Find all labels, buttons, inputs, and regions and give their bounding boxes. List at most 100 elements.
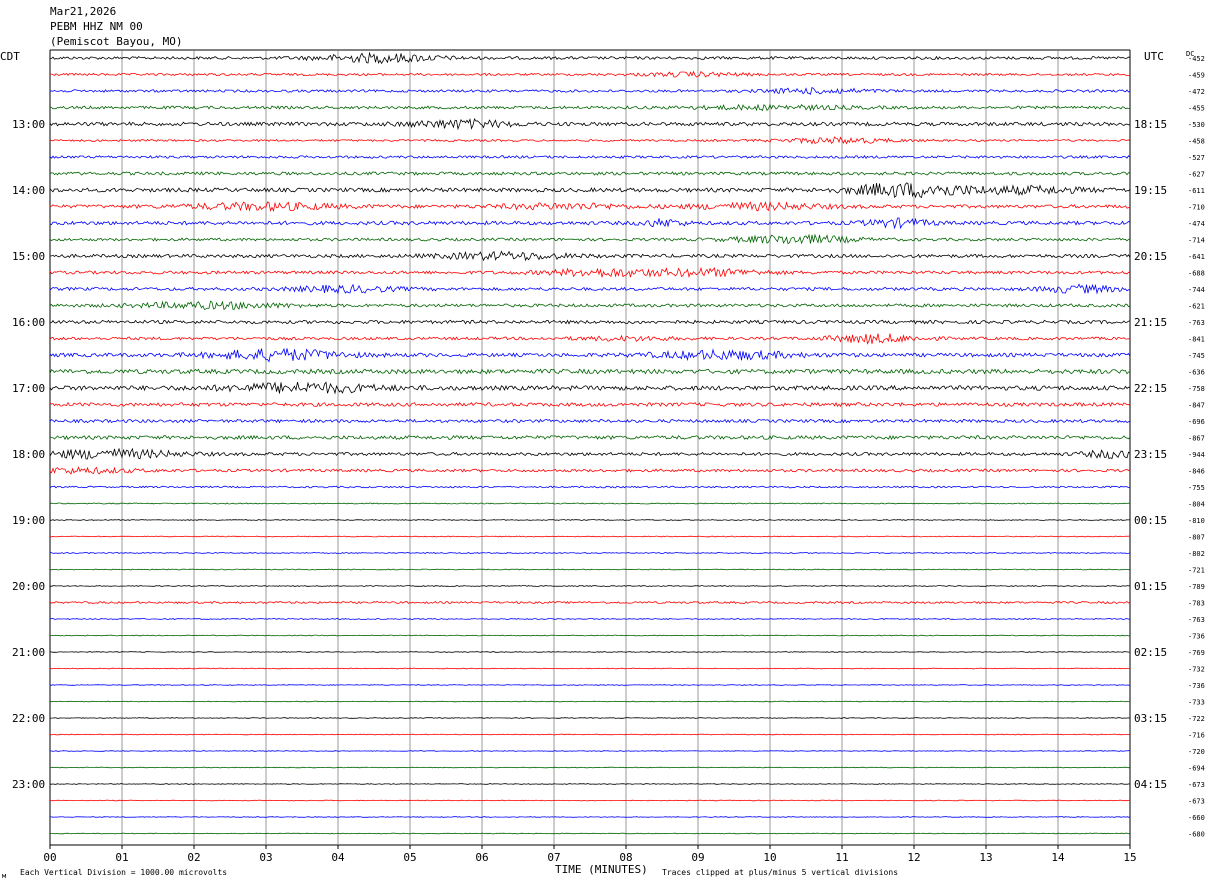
right-hour-label: 18:15 (1134, 118, 1167, 131)
dc-offset-label: -745 (1188, 352, 1205, 360)
x-tick-label: 14 (1051, 851, 1065, 864)
dc-offset-label: -673 (1188, 781, 1205, 789)
left-hour-label: 19:00 (12, 514, 45, 527)
dc-offset-label: -721 (1188, 567, 1205, 575)
dc-offset-label: -472 (1188, 88, 1205, 96)
dc-offset-label: -530 (1188, 121, 1205, 129)
x-tick-label: 00 (43, 851, 56, 864)
seismic-trace (49, 618, 1131, 620)
dc-offset-label: -710 (1188, 204, 1205, 212)
seismic-trace (49, 103, 1131, 112)
right-hour-label: 03:15 (1134, 712, 1167, 725)
seismic-trace (49, 233, 1131, 245)
x-tick-label: 02 (187, 851, 200, 864)
left-hour-label: 18:00 (12, 448, 45, 461)
left-hour-label: 16:00 (12, 316, 45, 329)
dc-offset-label: -763 (1188, 616, 1205, 624)
dc-offset-label: -680 (1188, 831, 1205, 839)
scale-note: Each Vertical Division = 1000.00 microvo… (20, 868, 227, 877)
seismic-trace (49, 434, 1131, 441)
dc-offset-label: -944 (1188, 451, 1205, 459)
dc-offset-label: -673 (1188, 798, 1205, 806)
left-hour-label: 15:00 (12, 250, 45, 263)
dc-offset-label: -804 (1188, 501, 1205, 509)
seismic-trace (49, 502, 1130, 505)
grid-lines (49, 49, 1131, 846)
right-hour-label: 00:15 (1134, 514, 1167, 527)
dc-header-label: DC (1186, 50, 1194, 58)
right-hour-label: 22:15 (1134, 382, 1167, 395)
trace-group (49, 51, 1131, 835)
dc-offset-label: -847 (1188, 402, 1205, 410)
seismic-trace (49, 585, 1131, 587)
seismic-trace (49, 750, 1130, 752)
dc-offset-label: -802 (1188, 550, 1205, 558)
x-tick-label: 03 (259, 851, 272, 864)
dc-offset-label: -783 (1188, 600, 1205, 608)
right-hour-label: 01:15 (1134, 580, 1167, 593)
dc-offset-label: -527 (1188, 154, 1205, 162)
seismic-trace (49, 200, 1131, 212)
dc-offset-label: -867 (1188, 435, 1205, 443)
seismic-trace (49, 333, 1131, 345)
seismic-trace (49, 136, 1131, 145)
dc-offset-label: -846 (1188, 468, 1205, 476)
axis-group: 00 01 02 03 04 05 06 07 08 09 10 11 12 13 14 15-452-459… (12, 55, 1205, 864)
dc-offset-label: -758 (1188, 385, 1205, 393)
seismic-trace (49, 171, 1131, 176)
dc-offset-label: -641 (1188, 253, 1205, 261)
seismic-trace (49, 519, 1131, 521)
dc-offset-label: -841 (1188, 336, 1205, 344)
dc-offset-label: -720 (1188, 748, 1205, 756)
dc-offset-label: -611 (1188, 187, 1205, 195)
dc-offset-label: -458 (1188, 138, 1205, 146)
dc-offset-label: -714 (1188, 237, 1205, 245)
seismic-trace (49, 634, 1131, 637)
left-tz-label: CDT (0, 50, 20, 63)
dc-offset-label: -636 (1188, 369, 1205, 377)
seismic-trace (49, 368, 1131, 375)
dc-offset-label: -810 (1188, 517, 1205, 525)
dc-offset-label: -688 (1188, 270, 1205, 278)
right-hour-label: 19:15 (1134, 184, 1167, 197)
seismic-trace (49, 684, 1131, 686)
x-tick-label: 15 (1123, 851, 1136, 864)
seismic-trace (50, 717, 1131, 719)
seismic-trace (50, 568, 1131, 571)
helicorder-figure: Mar21,2026 PEBM HHZ NM 00 (Pemiscot Bayo… (0, 0, 1210, 886)
seismic-trace (49, 217, 1131, 230)
dc-offset-label: -755 (1188, 484, 1205, 492)
left-hour-label: 14:00 (12, 184, 45, 197)
x-tick-label: 09 (691, 851, 704, 864)
seismic-trace (49, 783, 1131, 785)
seismic-trace (49, 651, 1130, 653)
seismic-trace (50, 766, 1131, 769)
seismic-trace (49, 155, 1131, 160)
seismic-trace (49, 485, 1131, 489)
seismic-trace (49, 300, 1131, 311)
corner-mark: м (2, 872, 7, 880)
clip-note: Traces clipped at plus/minus 5 vertical … (662, 868, 898, 877)
x-tick-label: 12 (907, 851, 920, 864)
seismic-trace (49, 319, 1131, 325)
left-hour-label: 21:00 (12, 646, 45, 659)
seismic-trace (50, 816, 1131, 818)
seismic-trace (49, 381, 1131, 395)
seismic-trace (49, 266, 1131, 279)
dc-offset-label: -696 (1188, 418, 1205, 426)
x-tick-label: 10 (763, 851, 776, 864)
dc-offset-label: -789 (1188, 583, 1205, 591)
x-tick-label: 04 (331, 851, 345, 864)
seismic-trace (49, 552, 1131, 554)
seismic-trace (49, 418, 1131, 424)
dc-offset-label: -744 (1188, 286, 1205, 294)
x-tick-label: 13 (979, 851, 992, 864)
dc-offset-label: -736 (1188, 633, 1205, 641)
dc-offset-label: -807 (1188, 534, 1205, 542)
x-axis-title: TIME (MINUTES) (555, 863, 648, 876)
dc-offset-label: -733 (1188, 699, 1205, 707)
right-hour-label: 02:15 (1134, 646, 1167, 659)
dc-offset-label: -763 (1188, 319, 1205, 327)
dc-offset-label: -722 (1188, 715, 1205, 723)
seismic-trace (49, 182, 1131, 199)
